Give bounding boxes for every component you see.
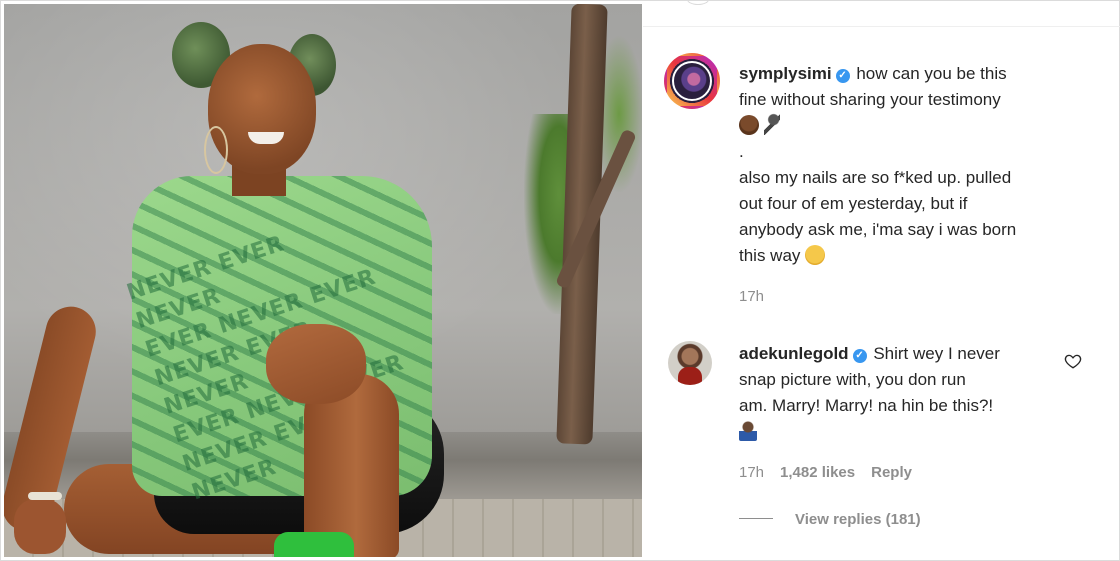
caption-line: anybody ask me, i'ma say i was born bbox=[739, 220, 1017, 239]
person-right-hand bbox=[266, 324, 366, 404]
username-link[interactable]: adekunlegold bbox=[739, 344, 849, 363]
microphone-emoji-icon bbox=[763, 113, 780, 135]
caption-line: this way bbox=[739, 246, 801, 265]
verified-badge-icon: ✓ bbox=[852, 349, 867, 363]
avatar-adekunlegold[interactable] bbox=[668, 341, 712, 385]
replies-divider-line bbox=[739, 518, 773, 519]
view-replies-button[interactable]: View replies (181) bbox=[739, 511, 921, 528]
reply-button[interactable]: Reply bbox=[871, 464, 912, 481]
dark-skin-face-emoji-icon bbox=[739, 115, 759, 135]
sad-face-emoji-icon bbox=[805, 245, 826, 265]
avatar-image bbox=[678, 367, 702, 385]
caption-line: out four of em yesterday, but if bbox=[739, 194, 968, 213]
caption-line: . bbox=[739, 142, 744, 161]
comment-meta-row: 17h 1,482 likes Reply bbox=[739, 464, 912, 481]
likes-count[interactable]: 1,482 likes bbox=[780, 464, 855, 481]
person-left-hand bbox=[14, 499, 66, 554]
post-photo[interactable]: NEVER EVER NEVER EVER NEVER EVER NEVER EVE… bbox=[4, 4, 642, 557]
heart-icon[interactable] bbox=[1064, 352, 1082, 370]
post-header-edge bbox=[643, 0, 1120, 27]
header-avatar-edge bbox=[687, 0, 709, 5]
verified-badge-icon: ✓ bbox=[835, 69, 850, 83]
avatar-image bbox=[672, 61, 712, 101]
view-replies-label: View replies (181) bbox=[795, 511, 921, 528]
caption-line: how can you be this bbox=[856, 64, 1007, 83]
comment-symplysimi: symplysimi ✓ how can you be this fine wit… bbox=[739, 61, 1079, 269]
comment-line: snap picture with, you don run bbox=[739, 370, 966, 389]
comment-adekunlegold: adekunlegold ✓ Shirt wey I never snap pic… bbox=[739, 341, 1079, 445]
person-silhouette-emoji-icon bbox=[739, 421, 757, 441]
person-earring bbox=[204, 126, 228, 174]
avatar-symplysimi[interactable] bbox=[664, 53, 720, 109]
caption-line: fine without sharing your testimony bbox=[739, 90, 1001, 109]
username-link[interactable]: symplysimi bbox=[739, 64, 832, 83]
caption-line: also my nails are so f*ked up. pulled bbox=[739, 168, 1012, 187]
person-shoe bbox=[274, 532, 354, 557]
comment-time[interactable]: 17h bbox=[739, 464, 764, 481]
comment-line: am. Marry! Marry! na hin be this?! bbox=[739, 396, 994, 415]
comment-time[interactable]: 17h bbox=[739, 288, 764, 305]
comment-line: Shirt wey I never bbox=[873, 344, 1000, 363]
person-bracelet bbox=[28, 492, 62, 500]
comments-panel: symplysimi ✓ how can you be this fine wit… bbox=[643, 0, 1120, 561]
